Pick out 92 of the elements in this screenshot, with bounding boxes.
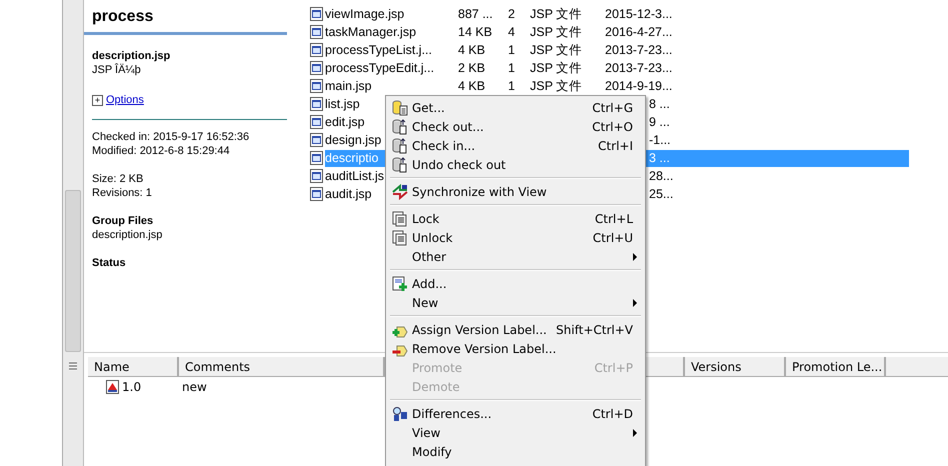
panel-title: process (84, 10, 287, 35)
date-cell: 2015-12-3... (605, 7, 672, 21)
menu-item[interactable]: Get... Ctrl+G (388, 98, 643, 117)
date-cell: 2016-4-27... (605, 25, 672, 39)
menu-item[interactable]: Other (388, 247, 643, 266)
date-cell: 25... (649, 187, 674, 201)
expand-toggle[interactable]: + (92, 94, 103, 106)
versions-cell: 4 (508, 25, 515, 39)
date-cell: 2013-7-23... (605, 43, 672, 57)
menu-item[interactable]: Lock Ctrl+L (388, 209, 643, 228)
menu-item[interactable]: Remove Version Label... (388, 339, 643, 358)
file-icon (310, 25, 323, 39)
scrollbar-thumb[interactable] (65, 190, 81, 352)
file-icon (310, 97, 323, 111)
versions-cell: 2 (508, 7, 515, 21)
file-icon (310, 7, 323, 21)
file-name-cell: design.jsp (325, 133, 382, 147)
menu-item[interactable]: View (388, 423, 643, 442)
file-name-cell: processTypeList.j... (325, 43, 432, 57)
menu-item[interactable]: Check in... Ctrl+I (388, 136, 643, 155)
menu-item[interactable]: New (388, 293, 643, 312)
versions-cell: 1 (508, 61, 515, 75)
column-header[interactable]: Versions (685, 357, 786, 376)
file-name-cell: main.jsp (325, 79, 372, 93)
group-file: description.jsp (92, 228, 164, 242)
versions-cell: 1 (508, 79, 515, 93)
file-icon (310, 151, 323, 165)
date-cell: 2013-7-23... (605, 61, 672, 75)
type-cell: JSP 文件 (530, 42, 582, 56)
document-stack-icon (392, 230, 408, 246)
file-icon (310, 61, 323, 75)
size-cell: 4 KB (458, 79, 486, 93)
file-icon (310, 79, 323, 93)
file-name-cell: auditList.js (325, 169, 384, 183)
versions-cell: 1 (508, 43, 515, 57)
menu-item[interactable]: Unlock Ctrl+U (388, 228, 643, 247)
version-icon (106, 380, 119, 394)
menu-item[interactable]: Differences... Ctrl+D (388, 404, 643, 423)
magnifier-documents-icon (392, 406, 408, 422)
date-cell: 2014-9-19... (605, 79, 672, 93)
file-type: JSP ÎÄ¼þ (92, 63, 142, 77)
date-cell: 9 ... (649, 115, 670, 129)
file-name-cell: taskManager.jsp (325, 25, 416, 39)
version-name: 1.0 (122, 380, 142, 394)
database-icon (392, 100, 408, 116)
detail-text: Revisions: 1 (92, 186, 153, 200)
date-cell: 3 ... (649, 151, 670, 165)
detail-text: Size: 2 KB (92, 172, 144, 186)
file-icon (310, 187, 323, 201)
splitter-grip-icon[interactable] (69, 362, 77, 370)
column-header[interactable]: Name (88, 357, 179, 376)
menu-item[interactable]: Assign Version Label... Shift+Ctrl+V (388, 320, 643, 339)
section-heading: Group Files (92, 214, 154, 228)
document-stack-icon (392, 210, 408, 226)
menu-item[interactable]: Add... (388, 274, 643, 293)
column-header[interactable]: Promotion Le... (786, 357, 886, 376)
file-icon (310, 115, 323, 129)
size-cell: 14 KB (458, 25, 492, 39)
file-name-cell: audit.jsp (325, 187, 372, 201)
type-cell: JSP 文件 (530, 6, 582, 20)
date-cell: 28... (649, 169, 674, 183)
file-icon (310, 43, 323, 57)
date-cell: 8 ... (649, 97, 670, 111)
section-heading: Status (92, 256, 127, 270)
size-cell: 887 ... (458, 7, 493, 21)
detail-text: Checked in: 2015-9-17 16:52:36 (92, 130, 250, 144)
database-icon (392, 118, 408, 134)
database-icon (392, 156, 408, 172)
date-cell: -1... (649, 133, 671, 147)
menu-item[interactable]: Undo check out (388, 155, 643, 174)
file-icon (310, 169, 323, 183)
size-cell: 4 KB (458, 43, 486, 57)
file-name-cell: list.jsp (325, 97, 360, 111)
menu-item[interactable]: Synchronize with View (388, 182, 643, 201)
size-cell: 2 KB (458, 61, 486, 75)
file-name-cell: edit.jsp (325, 115, 365, 129)
comment-cell: new (182, 380, 207, 394)
type-cell: JSP 文件 (530, 60, 582, 74)
menu-item[interactable]: Check out... Ctrl+O (388, 117, 643, 136)
file-name-cell: descriptio (325, 151, 378, 165)
file-name-cell: viewImage.jsp (325, 7, 404, 21)
type-cell: JSP 文件 (530, 24, 582, 38)
database-icon (392, 138, 408, 154)
sync-arrows-icon (392, 184, 408, 200)
menu-item[interactable]: Modify (388, 442, 643, 461)
add-document-icon (392, 276, 408, 292)
type-cell: JSP 文件 (530, 78, 582, 92)
detail-text: Modified: 2012-6-8 15:29:44 (92, 144, 231, 158)
file-name: description.jsp (92, 49, 172, 63)
options-link[interactable]: Options (106, 93, 144, 107)
file-name-cell: processTypeEdit.j... (325, 61, 434, 75)
file-icon (310, 133, 323, 147)
